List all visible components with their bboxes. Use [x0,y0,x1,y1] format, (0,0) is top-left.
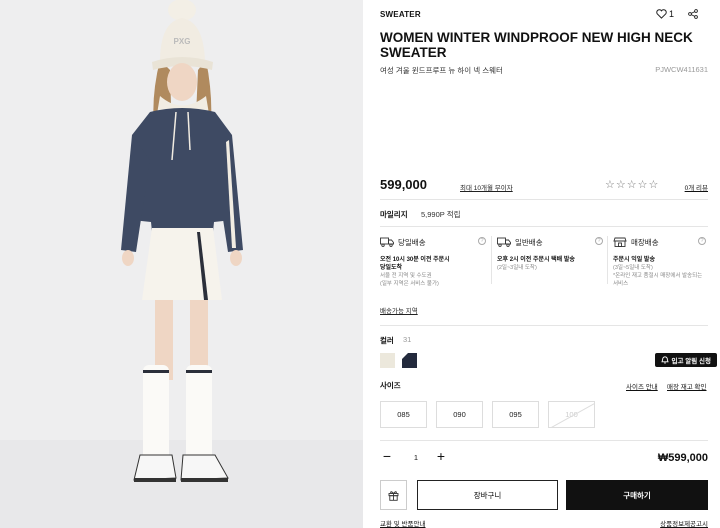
svg-text:PXG: PXG [174,37,191,46]
share-icon[interactable] [688,9,698,19]
delivery-option-store: 매장배송 ? 주문시 익일 발송 (3일~5일내 도착) *온라인 재고 품절시… [613,236,708,294]
divider [380,325,708,326]
product-price: 599,000 [380,177,427,192]
gift-button[interactable] [380,480,407,510]
delivery-note: *온라인 재고 품절시 매장에서 발송되는 서비스 [613,273,703,287]
size-option-095[interactable]: 095 [492,401,539,428]
model-photo-illustration: PXG [0,0,363,528]
delivery-note: (3일~5일내 도착) [613,265,653,271]
star-icon: ☆ [648,179,659,191]
delivery-desc: 오후 2시 이전 주문시 택배 발송 [497,257,575,263]
product-actions: 1 [656,9,698,19]
installment-link[interactable]: 최대 10개월 무이자 [460,182,513,192]
product-title: WOMEN WINTER WINDPROOF NEW HIGH NECK SWE… [380,30,693,60]
color-swatch-cream[interactable] [380,353,395,368]
total-price: ₩599,000 [657,452,708,464]
restock-alert-button[interactable]: 입고 알림 신청 [654,353,717,367]
returns-info-link[interactable]: 교환 및 반품안내 [380,518,425,528]
help-icon[interactable]: ? [698,237,706,245]
delivery-area-link[interactable]: 배송가능 지역 [380,305,418,315]
heart-icon [656,9,667,19]
delivery-option-sameday: 당일배송 ? 오전 10시 30분 이전 주문시 당일도착 서울 전 지역 및 … [380,236,488,294]
help-icon[interactable]: ? [478,237,486,245]
delivery-note: (2일~3일내 도착) [497,265,537,271]
quantity-value[interactable]: 1 [408,453,424,462]
delivery-note: (일부 지역은 서비스 불가) [380,281,439,287]
size-option-090[interactable]: 090 [436,401,483,428]
size-option-085[interactable]: 085 [380,401,427,428]
selected-swatch-marker [402,353,408,359]
size-guide-link[interactable]: 사이즈 안내 [626,381,658,391]
size-option-100-soldout[interactable]: 100 [548,401,595,428]
product-photo: PXG [0,0,363,528]
truck-icon [497,237,511,247]
buy-now-button[interactable]: 구매하기 [566,480,708,510]
truck-icon [380,237,394,247]
like-count: 1 [669,9,675,19]
like-button[interactable]: 1 [656,9,674,19]
quantity-decrease-button[interactable]: − [380,449,394,464]
star-icon: ☆ [626,179,637,191]
star-icon: ☆ [615,179,626,191]
color-label: 컬러 [380,336,394,345]
review-count-link[interactable]: 0개 리뷰 [685,182,708,192]
divider [380,199,708,200]
product-subtitle: 여성 겨울 윈드프루프 뉴 하이 넥 스웨터 [380,66,503,75]
divider [607,236,608,284]
bell-icon [660,356,669,364]
delivery-note: 서울 전 지역 및 수도권 [380,273,432,279]
divider [491,236,492,284]
help-icon[interactable]: ? [595,237,603,245]
product-code: PJWCW411631 [655,65,708,74]
mileage-value: 5,990P 적립 [421,210,461,219]
restock-label: 입고 알림 신청 [671,358,712,365]
product-category: SWEATER [380,10,421,19]
rating-stars: ☆ ☆ ☆ ☆ ☆ [605,178,658,191]
divider [380,440,708,441]
divider [380,226,708,227]
color-code: 31 [403,335,412,344]
quantity-increase-button[interactable]: + [434,449,448,464]
product-info-panel: SWEATER 1 WOMEN WINTER WINDPROOF NEW HIG… [363,0,720,528]
delivery-name: 당일배송 [398,237,426,247]
delivery-name: 일반배송 [515,237,543,247]
mileage-label: 마일리지 [380,210,408,219]
product-notice-link[interactable]: 상품정보제공고시 [660,518,708,528]
delivery-desc: 주문시 익일 발송 [613,257,655,263]
store-stock-link[interactable]: 매장 재고 확인 [667,381,707,391]
star-icon: ☆ [637,179,648,191]
gift-icon [388,490,399,501]
size-label: 사이즈 [380,381,401,390]
add-to-cart-button[interactable]: 장바구니 [417,480,558,510]
star-icon: ☆ [605,179,615,191]
delivery-desc: 당일도착 [380,265,403,271]
store-icon [613,237,627,247]
delivery-name: 매장배송 [631,237,659,247]
delivery-option-standard: 일반배송 ? 오후 2시 이전 주문시 택배 발송 (2일~3일내 도착) [497,236,605,294]
delivery-desc: 오전 10시 30분 이전 주문시 [380,257,450,263]
